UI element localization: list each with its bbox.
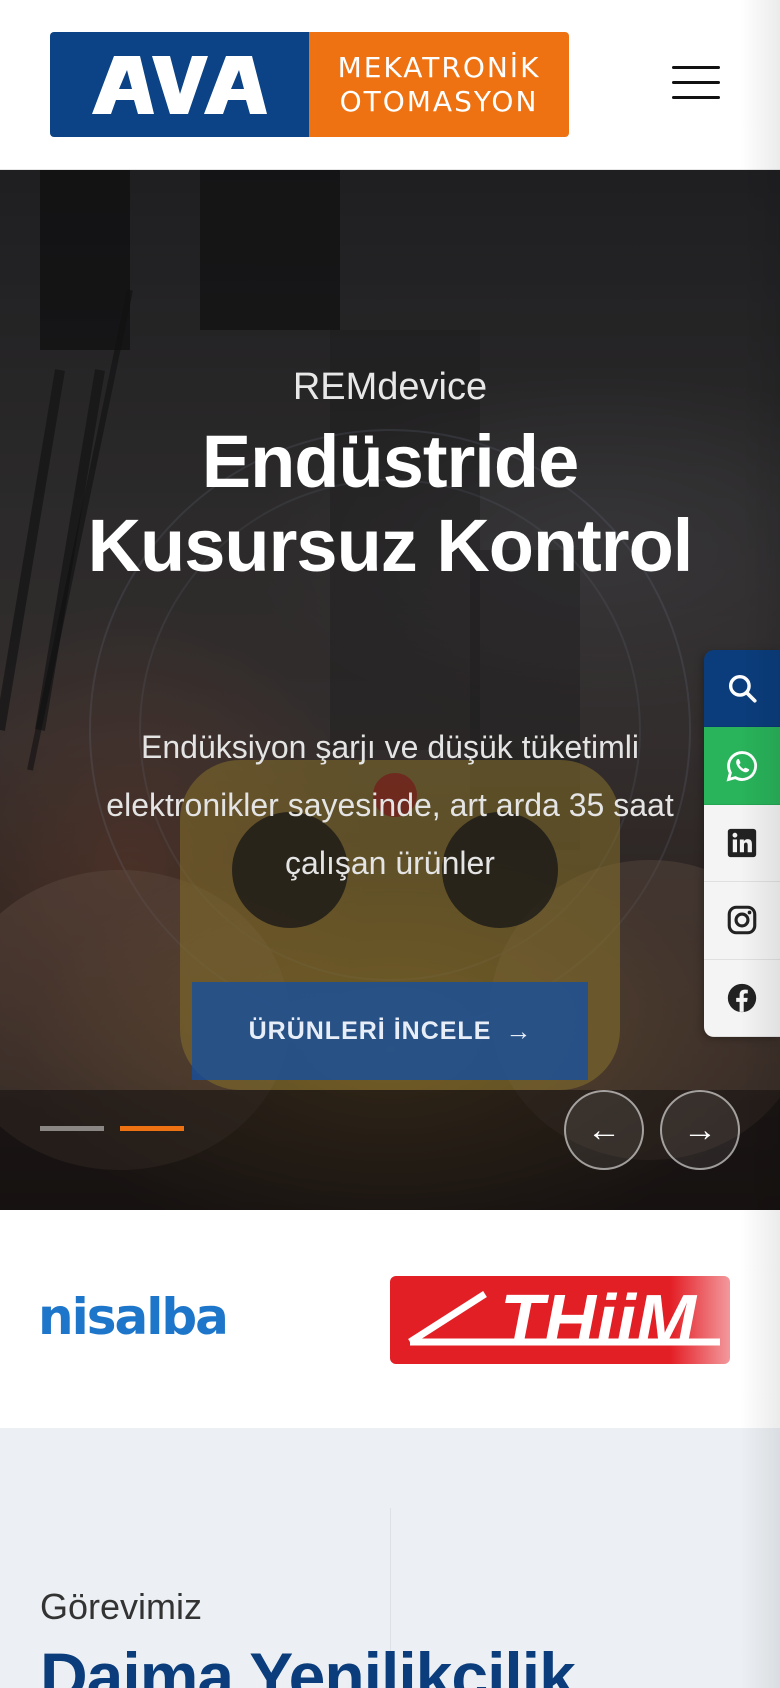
logo-line-2: OTOMASYON	[339, 84, 539, 118]
mission-eyebrow: Görevimiz	[40, 1586, 203, 1627]
company-logo[interactable]: MEKATRONİK OTOMASYON	[50, 32, 569, 137]
hero-title: Endüstride Kusursuz Kontrol	[87, 420, 694, 587]
ava-logo-mark	[92, 56, 267, 114]
slider-pagination	[40, 1126, 184, 1131]
slider-dot-2[interactable]	[120, 1126, 184, 1131]
mission-title: Daima Yenilikçilik	[40, 1639, 576, 1688]
logo-line-1: MEKATRONİK	[337, 50, 541, 84]
whatsapp-button[interactable]	[704, 727, 780, 805]
logo-text-block: MEKATRONİK OTOMASYON	[309, 32, 569, 137]
logo-mark-block	[50, 32, 309, 137]
brand-logo-thiim-text: THiiM	[500, 1281, 696, 1361]
slider-prev-button[interactable]: ←	[564, 1090, 644, 1170]
whatsapp-icon	[726, 750, 757, 782]
slider-dot-1[interactable]	[40, 1126, 104, 1131]
linkedin-icon	[727, 828, 757, 858]
view-products-label: ÜRÜNLERİ İNCELE	[248, 1016, 492, 1045]
view-products-button[interactable]: ÜRÜNLERİ İNCELE →	[192, 982, 588, 1080]
hero-description: Endüksiyon şarjı ve düşük tüketimli elek…	[106, 729, 674, 881]
arrow-right-icon: →	[505, 1015, 532, 1046]
instagram-button[interactable]	[704, 882, 780, 960]
brand-logos-carousel: nisalba THiiM	[0, 1210, 780, 1428]
hero-slider: REMdevice Endüstride Kusursuz Kontrol En…	[0, 170, 780, 1210]
slider-next-button[interactable]: →	[660, 1090, 740, 1170]
mission-section: Görevimiz Daima Yenilikçilik	[0, 1428, 780, 1688]
floating-social-bar	[704, 650, 780, 1037]
hamburger-icon[interactable]	[672, 66, 720, 100]
instagram-icon	[727, 906, 757, 935]
search-icon	[728, 675, 757, 703]
hero-eyebrow: REMdevice	[292, 366, 488, 408]
facebook-button[interactable]	[704, 959, 780, 1037]
search-button[interactable]	[704, 650, 780, 728]
facebook-icon	[727, 983, 757, 1012]
brand-logo-nisalba[interactable]: nisalba	[38, 1288, 229, 1346]
site-header: MEKATRONİK OTOMASYON	[0, 0, 780, 170]
carousel-fade	[670, 1210, 780, 1428]
linkedin-button[interactable]	[704, 804, 780, 883]
